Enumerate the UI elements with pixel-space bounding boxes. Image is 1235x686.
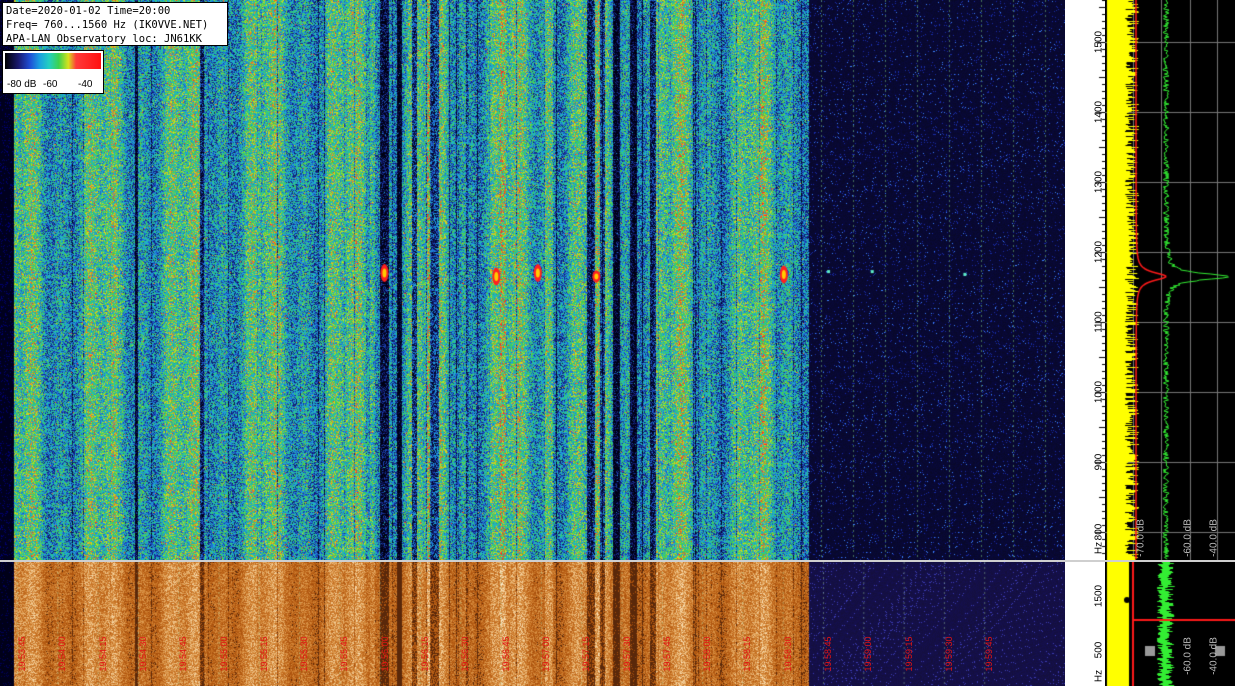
freq-unit-label: Hz xyxy=(1093,541,1105,555)
lower-freq-tick-label: 1500 xyxy=(1093,584,1105,608)
main-spectrogram xyxy=(0,0,1065,560)
frequency-axis: 800 900 1000 1100 1200 1300 1400 1500 Hz xyxy=(1065,0,1105,560)
info-header: Date=2020-01-02 Time=20:00 Freq= 760...1… xyxy=(2,2,228,46)
freq-tick-label: 1400 xyxy=(1093,100,1105,124)
profile-level-label: -60.0 dB xyxy=(1182,519,1194,557)
header-frequency: Freq= 760...1560 Hz (IK0VVE.NET) xyxy=(6,19,209,31)
lower-profile-level-label: -40.0 dB xyxy=(1208,637,1220,675)
scale-label-min: -80 dB xyxy=(7,79,37,90)
lower-profile-level-label: -60.0 dB xyxy=(1182,637,1194,675)
panel-divider xyxy=(0,560,1235,562)
scale-label-mid: -60 xyxy=(43,79,58,90)
color-scale-legend: -80 dB -60 -40 xyxy=(2,50,104,94)
lower-spectrogram xyxy=(0,562,1065,686)
freq-tick-label: 1100 xyxy=(1093,311,1105,333)
scale-label-max: -40 xyxy=(78,79,93,90)
color-scale-bar xyxy=(5,53,101,69)
freq-tick-marks xyxy=(1065,0,1105,560)
freq-tick-label: 800 xyxy=(1093,523,1105,541)
frequency-axis-lower: 1500 500 Hz xyxy=(1065,562,1105,686)
lower-freq-tick-label: 500 xyxy=(1093,641,1105,659)
freq-tick-label: 1500 xyxy=(1093,30,1105,54)
freq-tick-label: 900 xyxy=(1093,453,1105,471)
header-date-time: Date=2020-01-02 Time=20:00 xyxy=(6,5,171,17)
freq-tick-label: 1000 xyxy=(1093,380,1105,404)
freq-tick-label: 1300 xyxy=(1093,170,1105,194)
profile-level-label: -70.0 dB xyxy=(1135,519,1147,557)
spectrum-profile-panel xyxy=(1105,0,1235,560)
profile-level-label: -40.0 dB xyxy=(1208,519,1220,557)
freq-tick-label: 1200 xyxy=(1093,240,1105,264)
header-observatory: APA-LAN Observatory loc: JN61KK xyxy=(6,33,202,45)
lower-freq-unit-label: Hz xyxy=(1093,669,1105,683)
